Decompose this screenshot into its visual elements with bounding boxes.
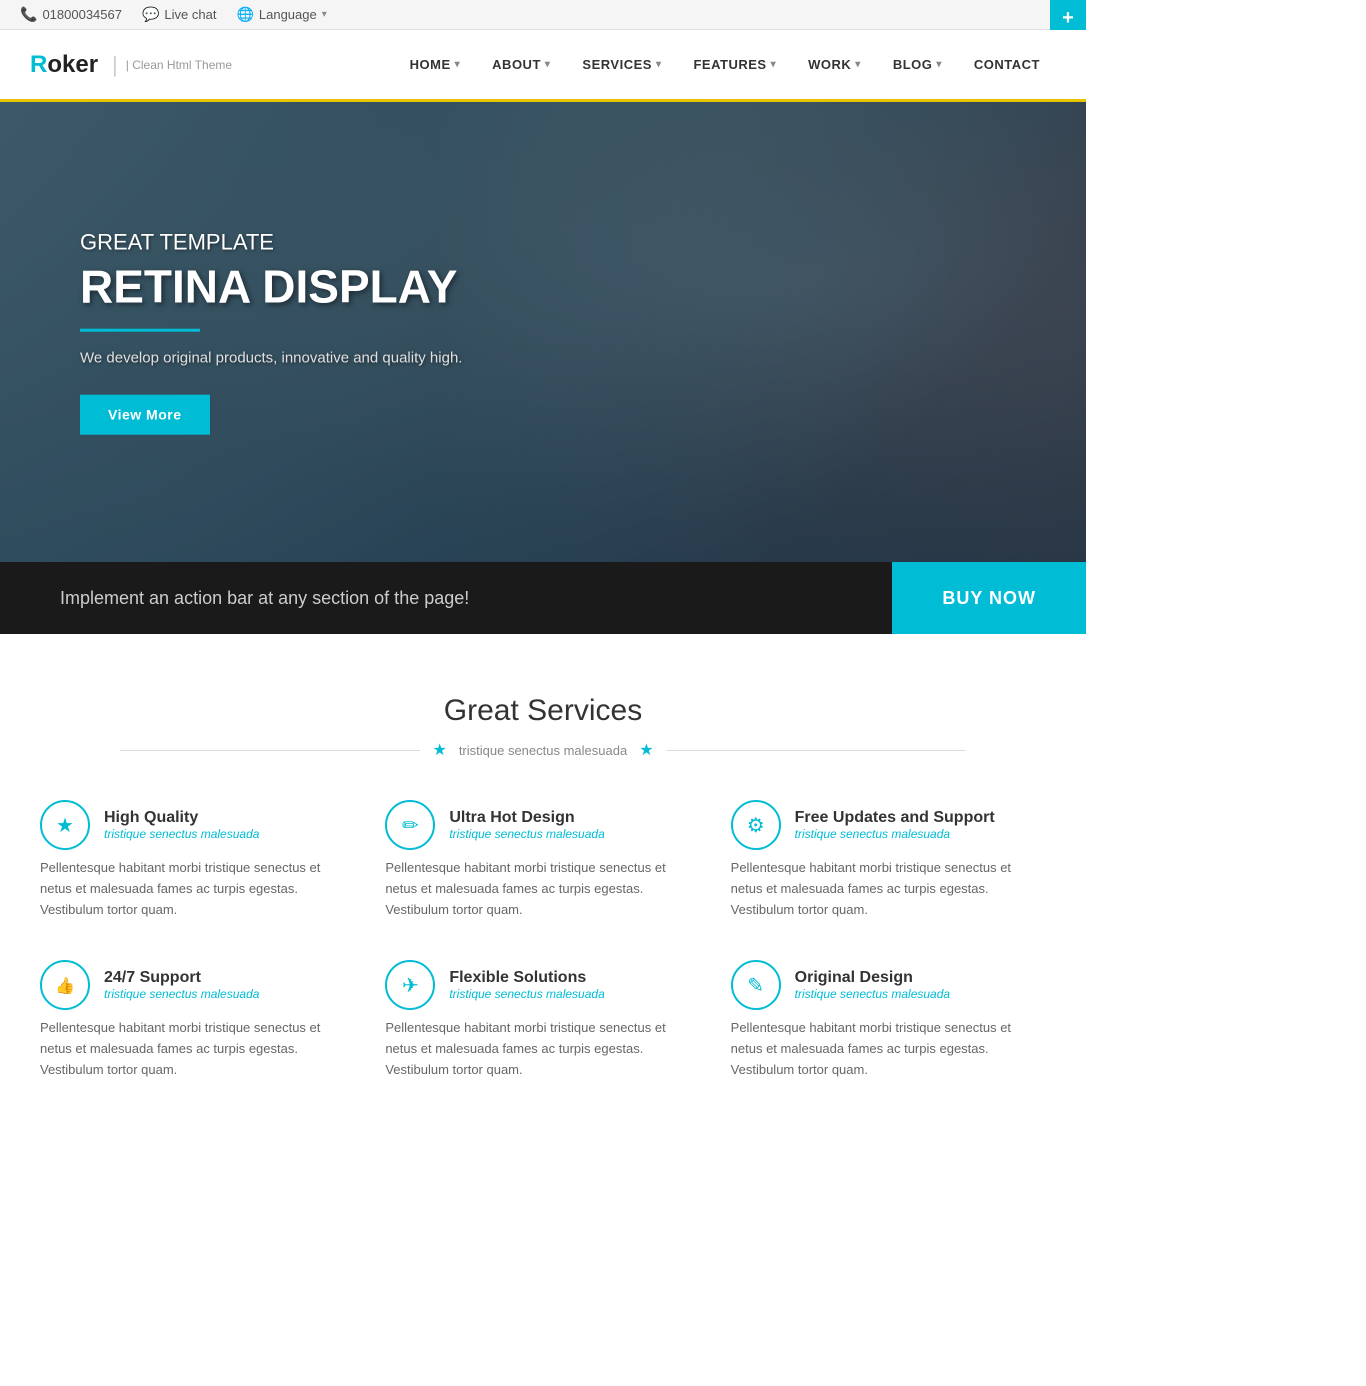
service-info: Original Design tristique senectus males… bbox=[795, 969, 950, 1001]
divider-line-right bbox=[666, 750, 966, 751]
service-card-ultra-hot: Ultra Hot Design tristique senectus male… bbox=[385, 800, 700, 920]
nav-links: HOME ▾ ABOUT ▾ SERVICES ▾ FEATURES ▾ WOR… bbox=[394, 29, 1056, 101]
section-header: Great Services ★ tristique senectus male… bbox=[40, 694, 1046, 760]
chevron-down-icon: ▾ bbox=[656, 59, 662, 70]
chevron-down-icon: ▾ bbox=[855, 59, 861, 70]
language-label: Language bbox=[259, 7, 317, 22]
chevron-down-icon: ▾ bbox=[322, 9, 327, 20]
nav-contact[interactable]: CONTACT bbox=[958, 29, 1056, 101]
chevron-down-icon: ▾ bbox=[545, 59, 551, 70]
service-icon-wrap bbox=[40, 800, 90, 850]
service-header: Original Design tristique senectus males… bbox=[731, 960, 1046, 1010]
hero-content: GREAT TEMPLATE RETINA DISPLAY We develop… bbox=[80, 230, 462, 435]
service-info: High Quality tristique senectus malesuad… bbox=[104, 809, 259, 841]
logo-subtitle: | Clean Html Theme bbox=[126, 58, 232, 72]
service-icon-wrap bbox=[385, 960, 435, 1010]
star-icon bbox=[56, 813, 74, 838]
service-card-flexible: Flexible Solutions tristique senectus ma… bbox=[385, 960, 700, 1080]
section-tagline: tristique senectus malesuada bbox=[459, 743, 627, 758]
top-bar: 📞 01800034567 💬 Live chat 🌐 Language ▾ + bbox=[0, 0, 1086, 30]
service-name: Ultra Hot Design bbox=[449, 809, 604, 827]
service-name: Flexible Solutions bbox=[449, 969, 604, 987]
service-description: Pellentesque habitant morbi tristique se… bbox=[731, 858, 1046, 920]
service-header: High Quality tristique senectus malesuad… bbox=[40, 800, 355, 850]
service-card-updates: Free Updates and Support tristique senec… bbox=[731, 800, 1046, 920]
service-card-original: Original Design tristique senectus males… bbox=[731, 960, 1046, 1080]
chevron-down-icon: ▾ bbox=[771, 59, 777, 70]
nav-work[interactable]: WORK ▾ bbox=[792, 29, 877, 101]
hero-divider bbox=[80, 328, 200, 331]
language-item[interactable]: 🌐 Language ▾ bbox=[236, 6, 326, 23]
service-description: Pellentesque habitant morbi tristique se… bbox=[731, 1018, 1046, 1080]
logo-r: R bbox=[30, 51, 47, 79]
chevron-down-icon: ▾ bbox=[455, 59, 461, 70]
services-grid: High Quality tristique senectus malesuad… bbox=[40, 800, 1046, 1081]
service-icon-wrap bbox=[731, 960, 781, 1010]
service-name: Free Updates and Support bbox=[795, 809, 995, 827]
service-icon-wrap bbox=[385, 800, 435, 850]
service-tagline: tristique senectus malesuada bbox=[795, 987, 950, 1001]
service-header: Free Updates and Support tristique senec… bbox=[731, 800, 1046, 850]
service-card-support: 24/7 Support tristique senectus malesuad… bbox=[40, 960, 355, 1080]
buy-now-button[interactable]: BUY NOW bbox=[892, 562, 1086, 634]
service-icon-wrap bbox=[40, 960, 90, 1010]
service-info: Ultra Hot Design tristique senectus male… bbox=[449, 809, 604, 841]
service-tagline: tristique senectus malesuada bbox=[104, 827, 259, 841]
phone-item: 📞 01800034567 bbox=[20, 6, 122, 23]
brush-icon bbox=[402, 813, 419, 838]
thumb-icon bbox=[55, 974, 75, 997]
service-tagline: tristique senectus malesuada bbox=[449, 827, 604, 841]
logo-rest: oker bbox=[47, 51, 98, 79]
service-name: High Quality bbox=[104, 809, 259, 827]
pencil-icon bbox=[747, 973, 764, 998]
service-description: Pellentesque habitant morbi tristique se… bbox=[40, 858, 355, 920]
service-description: Pellentesque habitant morbi tristique se… bbox=[40, 1018, 355, 1080]
service-card-high-quality: High Quality tristique senectus malesuad… bbox=[40, 800, 355, 920]
service-info: Flexible Solutions tristique senectus ma… bbox=[449, 969, 604, 1001]
nav-blog[interactable]: BLOG ▾ bbox=[877, 29, 958, 101]
phone-icon: 📞 bbox=[20, 6, 37, 23]
service-name: Original Design bbox=[795, 969, 950, 987]
chat-icon: 💬 bbox=[142, 6, 159, 23]
service-info: Free Updates and Support tristique senec… bbox=[795, 809, 995, 841]
hero-subtitle: GREAT TEMPLATE bbox=[80, 230, 462, 256]
nav-about[interactable]: ABOUT ▾ bbox=[476, 29, 566, 101]
service-header: 24/7 Support tristique senectus malesuad… bbox=[40, 960, 355, 1010]
divider-line-left bbox=[120, 750, 420, 751]
section-title: Great Services bbox=[40, 694, 1046, 728]
service-description: Pellentesque habitant morbi tristique se… bbox=[385, 858, 700, 920]
service-header: Flexible Solutions tristique senectus ma… bbox=[385, 960, 700, 1010]
chevron-down-icon: ▾ bbox=[936, 59, 942, 70]
plane-icon bbox=[402, 973, 419, 998]
action-bar-text: Implement an action bar at any section o… bbox=[0, 588, 892, 609]
service-tagline: tristique senectus malesuada bbox=[449, 987, 604, 1001]
service-header: Ultra Hot Design tristique senectus male… bbox=[385, 800, 700, 850]
live-chat-label: Live chat bbox=[164, 7, 216, 22]
logo-divider: | bbox=[112, 52, 118, 78]
phone-number: 01800034567 bbox=[42, 7, 122, 22]
service-tagline: tristique senectus malesuada bbox=[104, 987, 259, 1001]
service-icon-wrap bbox=[731, 800, 781, 850]
star-icon-right: ★ bbox=[639, 740, 653, 760]
hero-section: GREAT TEMPLATE RETINA DISPLAY We develop… bbox=[0, 102, 1086, 562]
action-bar: Implement an action bar at any section o… bbox=[0, 562, 1086, 634]
star-icon-left: ★ bbox=[432, 740, 446, 760]
hero-cta-button[interactable]: View More bbox=[80, 394, 210, 434]
nav-features[interactable]: FEATURES ▾ bbox=[677, 29, 792, 101]
service-description: Pellentesque habitant morbi tristique se… bbox=[385, 1018, 700, 1080]
hero-description: We develop original products, innovative… bbox=[80, 349, 462, 366]
globe-icon: 🌐 bbox=[236, 6, 253, 23]
share-icon bbox=[747, 813, 765, 838]
service-tagline: tristique senectus malesuada bbox=[795, 827, 995, 841]
service-name: 24/7 Support bbox=[104, 969, 259, 987]
hero-title: RETINA DISPLAY bbox=[80, 262, 462, 313]
services-section: Great Services ★ tristique senectus male… bbox=[0, 634, 1086, 1121]
nav-services[interactable]: SERVICES ▾ bbox=[566, 29, 677, 101]
section-divider: ★ tristique senectus malesuada ★ bbox=[40, 740, 1046, 760]
live-chat-item[interactable]: 💬 Live chat bbox=[142, 6, 216, 23]
nav-home[interactable]: HOME ▾ bbox=[394, 29, 477, 101]
service-info: 24/7 Support tristique senectus malesuad… bbox=[104, 969, 259, 1001]
logo[interactable]: R oker bbox=[30, 51, 98, 79]
navbar: R oker | | Clean Html Theme HOME ▾ ABOUT… bbox=[0, 30, 1086, 102]
